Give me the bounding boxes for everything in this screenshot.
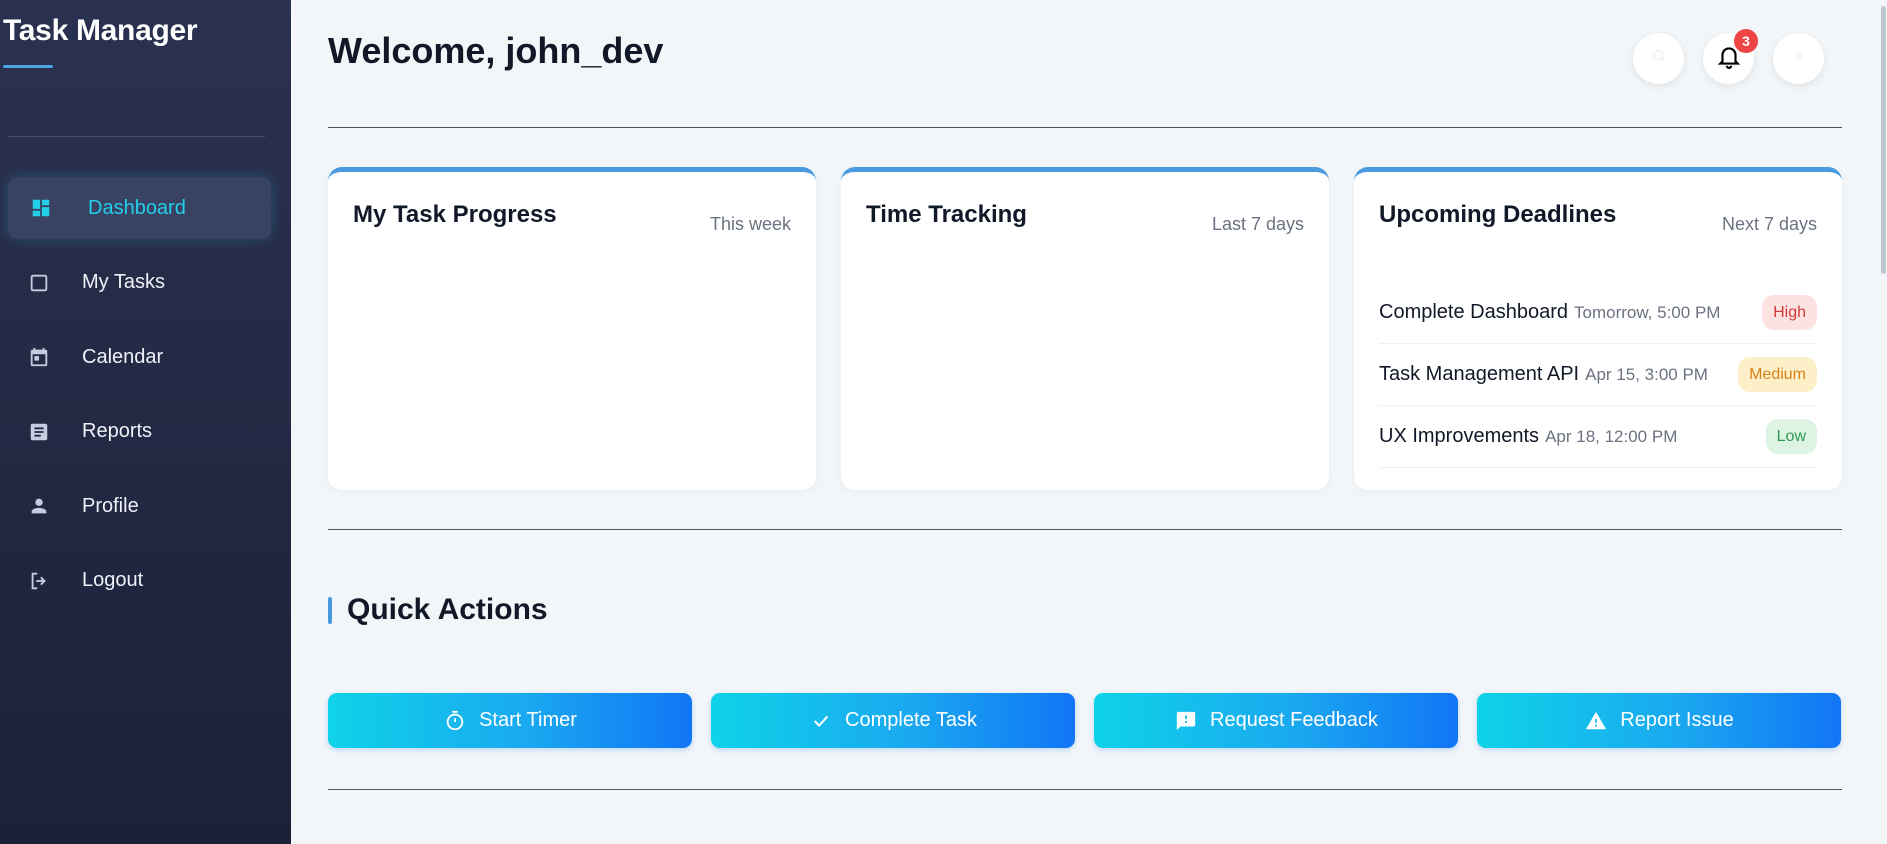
heading-accent-bar: [328, 596, 332, 624]
request-feedback-button[interactable]: Request Feedback: [1094, 693, 1458, 748]
sidebar: Task Manager Dashboard My Tasks Calendar…: [0, 0, 291, 844]
priority-badge: High: [1762, 295, 1817, 330]
settings-icon: [1790, 47, 1808, 70]
search-button[interactable]: [1633, 33, 1684, 84]
warning-icon: [1584, 709, 1608, 733]
bottom-divider: [328, 789, 1842, 790]
card-subtitle: This week: [709, 214, 791, 234]
user-icon: [26, 493, 52, 519]
deadline-date: Apr 15, 3:00 PM: [1585, 364, 1708, 384]
main-content: Welcome, john_dev 3 My Task Progress Thi…: [291, 0, 1887, 844]
sidebar-item-label: Dashboard: [88, 196, 186, 219]
card-subtitle: Last 7 days: [1211, 214, 1304, 234]
task-progress-card: My Task Progress This week: [328, 167, 816, 490]
card-subtitle: Next 7 days: [1721, 214, 1817, 234]
priority-badge: Low: [1765, 419, 1817, 454]
deadline-name: Complete Dashboard: [1379, 301, 1568, 323]
quick-actions-heading: Quick Actions: [328, 593, 548, 627]
button-label: Start Timer: [479, 709, 577, 731]
card-title: My Task Progress: [353, 201, 557, 228]
sidebar-nav: Dashboard My Tasks Calendar Reports Prof…: [8, 177, 271, 624]
header-divider: [328, 127, 1842, 128]
report-issue-button[interactable]: Report Issue: [1477, 693, 1841, 748]
deadline-item[interactable]: Task Management API Apr 15, 3:00 PM Medi…: [1379, 344, 1817, 406]
notification-badge: 3: [1734, 29, 1758, 53]
card-title: Upcoming Deadlines: [1379, 201, 1617, 228]
sidebar-item-label: Calendar: [82, 345, 164, 368]
timer-icon: [443, 709, 467, 733]
brand-underline: [3, 65, 53, 68]
deadline-name: UX Improvements: [1379, 425, 1540, 447]
priority-badge: Medium: [1738, 357, 1817, 392]
sidebar-item-label: My Tasks: [82, 271, 165, 293]
deadlines-card: Upcoming Deadlines Next 7 days Complete …: [1354, 167, 1842, 490]
sidebar-item-my-tasks[interactable]: My Tasks: [8, 252, 271, 314]
time-tracking-card: Time Tracking Last 7 days: [841, 167, 1329, 490]
button-label: Complete Task: [845, 709, 977, 731]
sidebar-item-calendar[interactable]: Calendar: [8, 326, 271, 388]
quick-actions: Start Timer Complete Task Request Feedba…: [328, 693, 1841, 748]
brand-title: Task Manager: [3, 14, 198, 47]
logout-icon: [26, 568, 52, 594]
sidebar-item-label: Profile: [82, 494, 139, 517]
notifications-button[interactable]: 3: [1703, 29, 1758, 84]
deadline-item[interactable]: UX Improvements Apr 18, 12:00 PM Low: [1379, 406, 1817, 468]
deadline-item[interactable]: Complete Dashboard Tomorrow, 5:00 PM Hig…: [1379, 282, 1817, 344]
sidebar-item-dashboard[interactable]: Dashboard: [8, 177, 271, 239]
dashboard-cards: My Task Progress This week Time Tracking…: [328, 167, 1842, 490]
header-actions: 3: [1633, 29, 1824, 84]
sidebar-item-label: Reports: [82, 420, 153, 442]
button-label: Request Feedback: [1210, 709, 1378, 731]
document-icon: [26, 419, 52, 445]
check-icon: [809, 709, 833, 733]
dashboard-icon: [28, 195, 54, 221]
deadline-list: Complete Dashboard Tomorrow, 5:00 PM Hig…: [1379, 282, 1817, 468]
sidebar-item-reports[interactable]: Reports: [8, 401, 271, 463]
search-icon: [1650, 47, 1668, 70]
page-title: Welcome, john_dev: [328, 30, 664, 71]
start-timer-button[interactable]: Start Timer: [328, 693, 692, 748]
sidebar-item-profile[interactable]: Profile: [8, 475, 271, 537]
calendar-icon: [26, 344, 52, 370]
sidebar-item-label: Logout: [82, 569, 144, 591]
scrollbar-thumb[interactable]: [1881, 6, 1886, 274]
complete-task-button[interactable]: Complete Task: [711, 693, 1075, 748]
deadline-date: Tomorrow, 5:00 PM: [1574, 302, 1721, 322]
app-root: Task Manager Dashboard My Tasks Calendar…: [0, 0, 1887, 844]
scrollbar[interactable]: [1880, 0, 1887, 844]
quick-actions-title: Quick Actions: [347, 593, 548, 626]
sidebar-item-logout[interactable]: Logout: [8, 550, 271, 612]
checkbox-icon: [26, 270, 52, 296]
section-divider: [328, 529, 1842, 530]
feedback-icon: [1174, 709, 1198, 733]
deadline-name: Task Management API: [1379, 363, 1580, 385]
button-label: Report Issue: [1620, 709, 1734, 731]
card-title: Time Tracking: [866, 201, 1027, 228]
deadline-date: Apr 18, 12:00 PM: [1545, 426, 1678, 446]
settings-button[interactable]: [1773, 33, 1824, 84]
sidebar-divider: [8, 136, 265, 137]
